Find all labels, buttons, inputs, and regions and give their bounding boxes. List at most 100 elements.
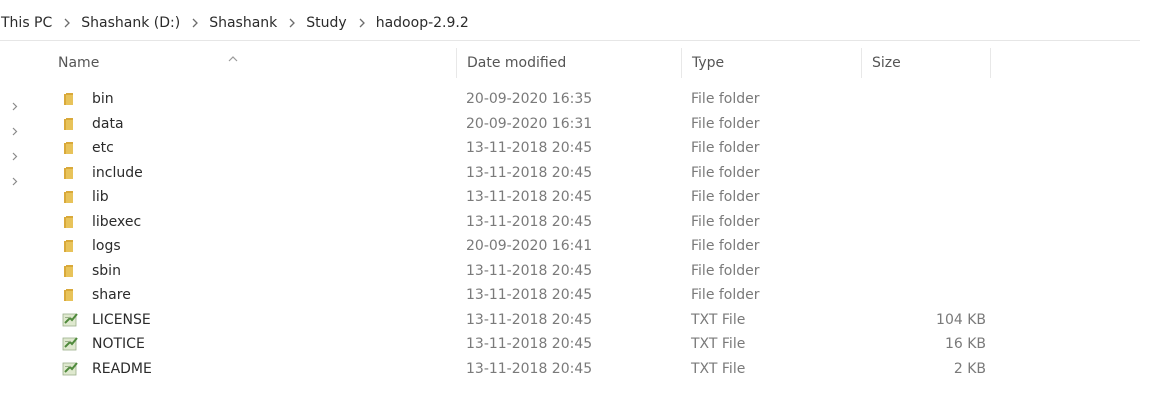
list-item[interactable]: sbin 13-11-2018 20:45 File folder [48,259,1006,284]
chevron-right-icon[interactable] [63,18,71,28]
breadcrumb-label[interactable]: Study [305,15,349,31]
list-item[interactable]: etc 13-11-2018 20:45 File folder [48,136,1006,161]
file-date-modified: 13-11-2018 20:45 [466,336,593,352]
file-name[interactable]: etc [92,136,114,161]
navigation-pane [8,98,22,198]
file-date-modified: 13-11-2018 20:45 [466,262,593,279]
file-name[interactable]: README [92,357,152,382]
file-type: File folder [691,164,760,181]
chevron-right-icon[interactable] [358,18,366,28]
file-type: File folder [691,115,760,132]
file-type: TXT File [691,336,746,352]
folder-icon [62,140,80,156]
file-size [861,136,986,161]
column-header-date-modified[interactable]: Date modified [456,48,681,78]
text-file-icon [62,336,80,352]
breadcrumb-item-this-pc[interactable]: This PC [0,15,55,31]
file-type: File folder [691,238,760,254]
file-name-cell[interactable]: README [62,357,152,382]
file-name-cell[interactable]: lib [62,185,109,210]
folder-icon [62,116,80,132]
file-type: TXT File [691,311,746,328]
file-type: TXT File [691,360,746,377]
file-date-modified: 13-11-2018 20:45 [466,213,593,230]
file-name-cell[interactable]: sbin [62,259,121,284]
text-file-icon [62,312,80,328]
chevron-right-icon[interactable] [191,18,199,28]
file-date-modified: 20-09-2020 16:41 [466,238,593,254]
file-date-modified: 13-11-2018 20:45 [466,311,593,328]
column-header-label: Size [872,55,901,71]
file-date-modified: 13-11-2018 20:45 [466,360,593,377]
breadcrumb-item-drive[interactable]: Shashank (D:) [80,15,183,31]
file-name[interactable]: LICENSE [92,308,151,333]
file-name[interactable]: sbin [92,259,121,284]
file-list: bin 20-09-2020 16:35 File folder data 20-09-… [48,87,1006,381]
breadcrumb-item-shashank[interactable]: Shashank [208,15,280,31]
column-header-label: Date modified [467,55,567,71]
column-header-label: Name [58,55,100,71]
file-name[interactable]: libexec [92,210,141,235]
list-item[interactable]: LICENSE 13-11-2018 20:45 TXT File 104 KB [48,308,1006,333]
column-header-type[interactable]: Type [681,48,861,78]
file-name-cell[interactable]: LICENSE [62,308,151,333]
list-item[interactable]: libexec 13-11-2018 20:45 File folder [48,210,1006,235]
list-item[interactable]: logs 20-09-2020 16:41 File folder [48,234,1006,259]
list-item[interactable]: data 20-09-2020 16:31 File folder [48,112,1006,137]
chevron-right-small-icon[interactable] [8,123,22,140]
list-item[interactable]: README 13-11-2018 20:45 TXT File 2 KB [48,357,1006,382]
chevron-right-small-icon[interactable] [8,98,22,115]
chevron-right-small-icon[interactable] [8,173,22,190]
breadcrumb-label[interactable]: Shashank (D:) [80,15,183,31]
list-item[interactable]: bin 20-09-2020 16:35 File folder [48,87,1006,112]
folder-icon [62,189,80,205]
file-name[interactable]: logs [92,234,121,259]
file-name-cell[interactable]: etc [62,136,114,161]
file-type: File folder [691,189,760,205]
file-size [861,161,986,186]
breadcrumb-item-study[interactable]: Study [305,15,349,31]
folder-icon [62,238,80,254]
file-type: File folder [691,213,760,230]
file-date-modified: 13-11-2018 20:45 [466,164,593,181]
folder-icon [62,214,80,230]
list-item[interactable]: share 13-11-2018 20:45 File folder [48,283,1006,308]
column-headers: Name Date modified Type Size [48,48,1006,78]
file-name-cell[interactable]: libexec [62,210,141,235]
column-header-size[interactable]: Size [861,48,991,78]
file-date-modified: 13-11-2018 20:45 [466,189,593,205]
file-type: File folder [691,287,760,303]
file-size [861,112,986,137]
file-size [861,210,986,235]
file-name-cell[interactable]: data [62,112,124,137]
file-size: 16 KB [944,336,986,352]
file-name[interactable]: share [92,283,131,308]
file-name[interactable]: data [92,112,124,137]
folder-icon [62,165,80,181]
breadcrumb-label[interactable]: hadoop-2.9.2 [375,15,472,31]
file-name[interactable]: lib [92,185,109,210]
file-name-cell[interactable]: share [62,283,131,308]
file-size [861,259,986,284]
file-name-cell[interactable]: logs [62,234,121,259]
file-name-cell[interactable]: include [62,161,143,186]
file-name-cell[interactable]: bin [62,87,114,112]
chevron-right-icon[interactable] [288,18,296,28]
chevron-right-small-icon[interactable] [8,148,22,165]
text-file-icon [62,361,80,377]
breadcrumb-label[interactable]: This PC [0,15,55,31]
list-item[interactable]: NOTICE 13-11-2018 20:45 TXT File 16 KB [48,332,1006,357]
column-header-name[interactable]: Name [48,48,455,78]
list-item[interactable]: lib 13-11-2018 20:45 File folder [48,185,1006,210]
folder-icon [62,91,80,107]
file-name[interactable]: NOTICE [92,332,145,357]
file-name-cell[interactable]: NOTICE [62,332,145,357]
file-name[interactable]: bin [92,87,114,112]
file-size [861,185,986,210]
breadcrumb-label[interactable]: Shashank [208,15,280,31]
breadcrumb-item-hadoop[interactable]: hadoop-2.9.2 [375,15,472,31]
file-name[interactable]: include [92,161,143,186]
file-size: 104 KB [936,311,986,328]
file-size [861,87,986,112]
list-item[interactable]: include 13-11-2018 20:45 File folder [48,161,1006,186]
